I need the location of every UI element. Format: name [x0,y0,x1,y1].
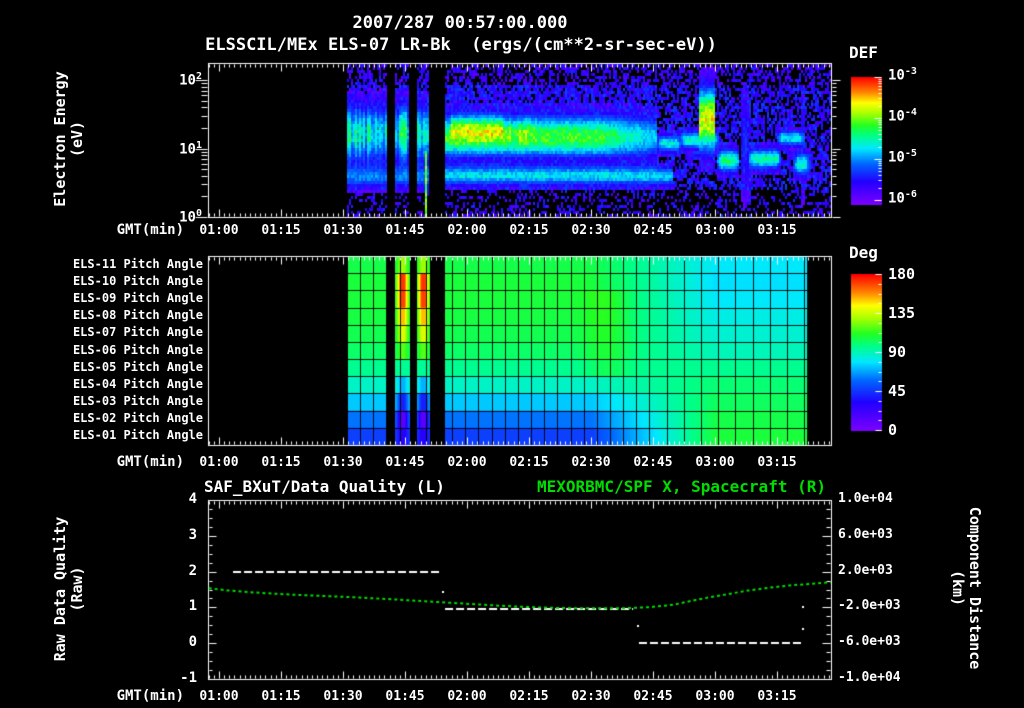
def-tick-label: 10-5 [888,148,917,166]
x-tick-label: 01:00 [199,455,239,470]
pitch-row-label: ELS-07 Pitch Angle [72,325,203,339]
x-tick-label: 02:30 [571,689,611,704]
x-tick-label: 01:00 [199,223,239,238]
distance-tick-label: 6.0e+03 [838,527,893,542]
x-tick-label: 01:45 [385,223,425,238]
x-tick-label: 02:15 [509,455,549,470]
x-tick-label: 03:00 [695,689,735,704]
energy-axis-label: Electron Energy (eV) [51,71,86,207]
pitch-row-label: ELS-03 Pitch Angle [72,394,203,408]
pitch-row-label: ELS-06 Pitch Angle [72,343,203,357]
pitch-row-label: ELS-04 Pitch Angle [72,377,203,391]
x-tick-label: 03:00 [695,455,735,470]
x-tick-label: 01:15 [261,689,301,704]
distance-tick-label: -6.0e+03 [838,634,901,649]
x-tick-label: 02:45 [633,455,673,470]
quality-axis-label: Raw Data Quality (Raw) [51,516,86,662]
x-tick-label: 03:15 [757,223,797,238]
distance-tick-label: 2.0e+03 [838,563,893,578]
quality-axis-label-line2: (Raw) [68,566,86,612]
bottom-left-series-title: SAF_BXuT/Data Quality (L) [204,477,445,496]
pitch-row-label: ELS-08 Pitch Angle [72,308,203,322]
distance-axis-label-line2: (km) [949,569,967,607]
pitch-row-label: ELS-02 Pitch Angle [72,411,203,425]
x-tick-label: 01:15 [261,223,301,238]
x-tick-label: 02:15 [509,223,549,238]
x-tick-label: 03:00 [695,223,735,238]
page-title-date: 2007/287 00:57:00.000 [352,13,568,33]
x-tick-label: 01:00 [199,689,239,704]
def-tick-label: 10-6 [888,189,917,207]
quality-axis-label-line1: Raw Data Quality [51,516,69,662]
x-tick-label: 02:00 [447,223,487,238]
x-tick-label: 02:45 [633,689,673,704]
x-tick-label: 03:15 [757,455,797,470]
quality-tick-label: -1 [180,670,197,686]
x-tick-label: 02:30 [571,455,611,470]
def-colorbar-title: DEF [849,43,878,62]
page-title-instrument: ELSSCIL/MEx ELS-07 LR-Bk (ergs/(cm**2-sr… [205,35,717,55]
distance-axis-label-line1: Component Distance [966,506,984,670]
x-tick-label: 02:00 [447,455,487,470]
quality-tick-label: 3 [188,527,197,543]
quality-tick-label: 1 [188,598,197,614]
def-tick-label: 10-3 [888,66,917,84]
quality-tick-label: 4 [188,491,197,507]
x-tick-label: 01:30 [323,689,363,704]
energy-tick-label: 101 [179,140,202,158]
deg-tick-label: 0 [888,421,898,439]
deg-tick-label: 90 [888,343,907,361]
deg-tick-label: 180 [888,265,916,283]
x-tick-label: 03:15 [757,689,797,704]
gmt-axis-label-middle: GMT(min) [116,454,184,470]
pitch-row-label: ELS-01 Pitch Angle [72,428,203,442]
pitch-row-label: ELS-10 Pitch Angle [72,274,203,288]
deg-tick-label: 135 [888,304,916,322]
distance-tick-label: -1.0e+04 [838,670,901,685]
pitch-row-label: ELS-09 Pitch Angle [72,291,203,305]
quality-tick-label: 2 [188,563,197,579]
x-tick-label: 01:45 [385,689,425,704]
x-tick-label: 02:45 [633,223,673,238]
energy-axis-label-line2: (eV) [68,120,86,158]
deg-tick-label: 45 [888,382,907,400]
energy-axis-label-line1: Electron Energy [51,71,69,207]
x-tick-label: 01:30 [323,223,363,238]
pitch-row-label: ELS-05 Pitch Angle [72,360,203,374]
x-tick-label: 01:45 [385,455,425,470]
bottom-right-series-title: MEXORBMC/SPF X, Spacecraft (R) [537,477,826,496]
deg-colorbar-title: Deg [849,243,878,262]
energy-tick-label: 102 [179,71,202,89]
energy-tick-label: 100 [179,208,202,226]
science-plot-screen: 2007/287 00:57:00.000 ELSSCIL/MEx ELS-07… [0,0,1024,708]
x-tick-label: 02:15 [509,689,549,704]
quality-tick-label: 0 [188,634,197,650]
def-tick-label: 10-4 [888,107,917,125]
distance-tick-label: 1.0e+04 [838,491,893,506]
x-tick-label: 01:15 [261,455,301,470]
x-tick-label: 02:30 [571,223,611,238]
pitch-row-label: ELS-11 Pitch Angle [72,257,203,271]
distance-tick-label: -2.0e+03 [838,598,901,613]
distance-axis-label: Component Distance (km) [949,506,984,670]
x-tick-label: 02:00 [447,689,487,704]
gmt-axis-label-bottom: GMT(min) [116,688,184,704]
x-tick-label: 01:30 [323,455,363,470]
